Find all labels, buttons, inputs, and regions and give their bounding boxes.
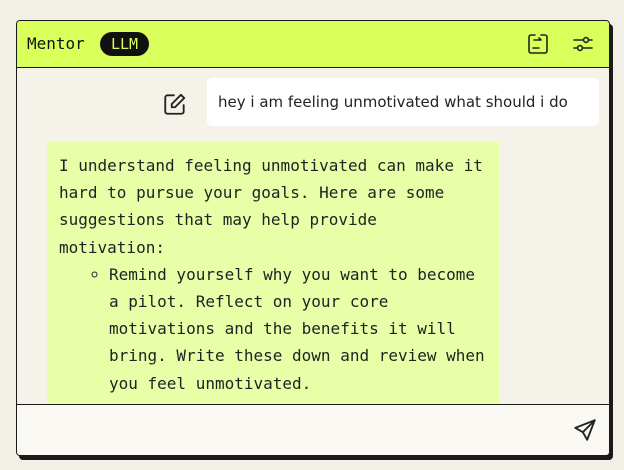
header-bar: Mentor LLM: [17, 21, 609, 68]
assistant-suggestion-list: Remind yourself why you want to become a…: [59, 261, 487, 397]
assistant-message-bubble: I understand feeling unmotivated can mak…: [47, 142, 499, 403]
model-badge: LLM: [100, 32, 150, 56]
chat-thread[interactable]: hey i am feeling unmotivated what should…: [17, 69, 609, 403]
message-composer: [17, 404, 609, 455]
swap-icon[interactable]: [525, 31, 551, 57]
message-input[interactable]: [29, 415, 553, 447]
list-item: Remind yourself why you want to become a…: [109, 261, 487, 397]
app-title: Mentor: [27, 34, 85, 53]
user-message-bubble: hey i am feeling unmotivated what should…: [207, 78, 599, 126]
edit-message-icon[interactable]: [161, 90, 189, 118]
chat-window: Mentor LLM hey i am feeling unmotivated …: [16, 20, 610, 456]
send-icon[interactable]: [571, 416, 599, 444]
settings-sliders-icon[interactable]: [570, 31, 596, 57]
assistant-intro-text: I understand feeling unmotivated can mak…: [59, 156, 483, 257]
